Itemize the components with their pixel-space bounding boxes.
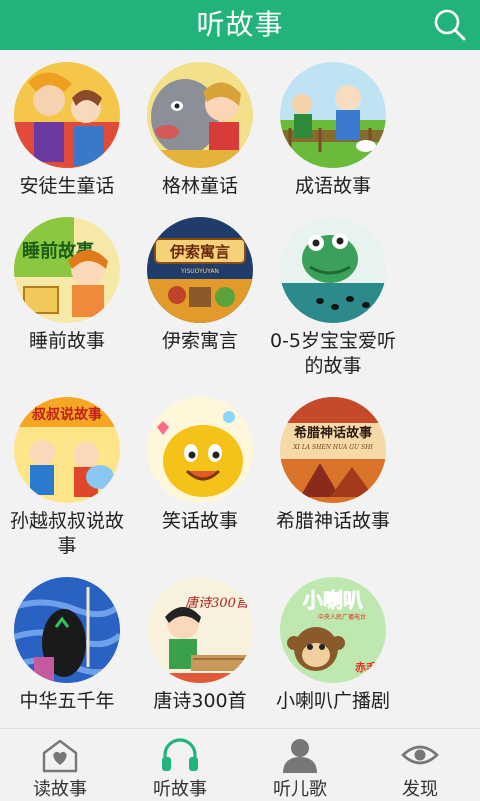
cover-text: 叔叔说故事 [32,406,102,423]
story-item-jokes[interactable]: 笑话故事 [133,397,267,534]
story-cover [147,397,253,503]
cover-text: 伊索寓言 [169,243,230,261]
story-title: 笑话故事 [161,510,238,532]
story-item-bedtime[interactable]: 睡前故事 睡前故事 [0,217,134,354]
headphones-icon [162,738,198,771]
cover-text: 希腊神话故事 [294,425,372,441]
story-title: 格林童话 [161,175,238,197]
person-icon [283,739,317,773]
tab-label: 发现 [402,779,438,800]
story-cover: 叔叔说故事 [14,397,120,503]
cover-extra: 赤毛 [355,660,377,674]
story-title: 0-5岁宝宝爱听的故事 [269,330,397,377]
tab-listen-songs[interactable]: 听儿歌 [240,729,360,801]
search-button[interactable] [432,7,468,43]
story-item-little-trumpet[interactable]: 小喇叭 中央人民广播电台 赤毛 小喇叭广播剧 [266,577,400,714]
cover-text: 小喇叭 [303,588,363,612]
story-title: 中华五千年 [19,690,115,712]
story-cover: 睡前故事 [14,217,120,323]
story-title: 希腊神话故事 [275,510,390,532]
eye-icon [401,745,439,765]
story-title: 孙越叔叔说故事 [9,510,124,557]
story-cover [147,62,253,168]
story-cover: 小喇叭 中央人民广播电台 赤毛 [280,577,386,683]
story-title: 唐诗300首 [153,690,247,712]
story-item-baby-stories[interactable]: 0-5岁宝宝爱听的故事 [266,217,400,379]
story-cover: 希腊神话故事 XI LA SHEN HUA GU SHI [280,397,386,503]
app-header: 听故事 [0,0,480,50]
cover-subtext: 中央人民广播电台 [318,613,366,621]
story-cover [280,217,386,323]
cover-subtext: YISUOYUYAN [180,268,219,275]
story-cover [14,62,120,168]
story-title: 成语故事 [294,175,371,197]
tab-label: 听故事 [153,779,207,800]
story-cover: 唐诗300首 [147,577,253,683]
story-cover [14,577,120,683]
story-item-tang-poems[interactable]: 唐诗300首 唐诗300首 [133,577,267,714]
tab-label: 读故事 [33,779,87,800]
story-cover [280,62,386,168]
search-icon [434,9,466,41]
tab-listen-stories[interactable]: 听故事 [120,729,240,801]
story-item-andersen[interactable]: 安徒生童话 [0,62,134,199]
story-cover: 伊索寓言 YISUOYUYAN [147,217,253,323]
story-item-china-5000[interactable]: 中华五千年 [0,577,134,714]
page-title: 听故事 [196,8,284,41]
house-heart-icon [42,739,78,773]
story-title: 睡前故事 [28,330,105,352]
tab-discover[interactable]: 发现 [360,729,480,801]
story-item-grimm[interactable]: 格林童话 [133,62,267,199]
story-item-greek-myths[interactable]: 希腊神话故事 XI LA SHEN HUA GU SHI 希腊神话故事 [266,397,400,534]
story-grid: 安徒生童话 格林童话 成语故事 睡前故事 睡前故事 伊索寓言 YISUOYUYA… [0,50,480,728]
story-item-uncle-sun[interactable]: 叔叔说故事 孙越叔叔说故事 [0,397,134,559]
bottom-tab-bar: 读故事 听故事 听儿歌 发现 [0,728,480,801]
story-item-aesop[interactable]: 伊索寓言 YISUOYUYAN 伊索寓言 [133,217,267,354]
story-item-idioms[interactable]: 成语故事 [266,62,400,199]
tab-label: 听儿歌 [273,779,327,800]
story-title: 伊索寓言 [161,330,238,352]
story-title: 安徒生童话 [19,175,115,197]
cover-subtext: XI LA SHEN HUA GU SHI [292,444,373,451]
cover-text: 唐诗300首 [185,595,251,611]
tab-read-stories[interactable]: 读故事 [0,729,120,801]
story-title: 小喇叭广播剧 [275,690,390,712]
